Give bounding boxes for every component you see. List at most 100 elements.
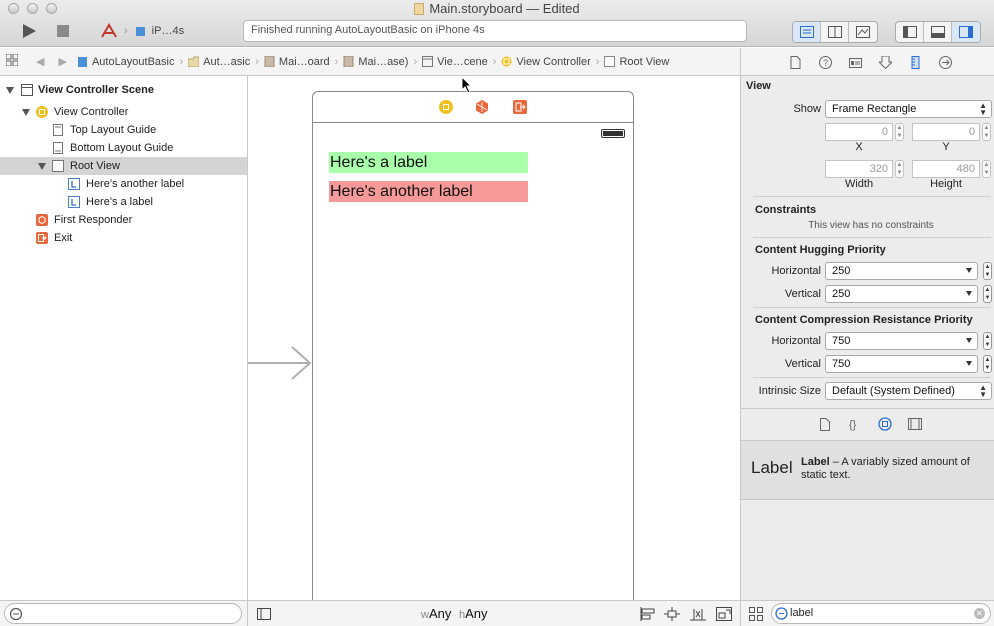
attributes-inspector-icon[interactable]	[879, 56, 892, 69]
toggle-debug-area-button[interactable]	[924, 22, 952, 42]
outline-item-exit[interactable]: Exit	[0, 229, 247, 247]
compression-horizontal-combo[interactable]: 750	[825, 332, 978, 350]
disclosure-triangle-icon[interactable]	[6, 87, 14, 94]
x-field[interactable]: 0	[825, 123, 893, 141]
hugging-horizontal-combo[interactable]: 250	[825, 262, 978, 280]
chevron-down-icon	[966, 338, 972, 343]
height-stepper[interactable]: ▲ ▼	[982, 160, 991, 178]
y-label: Y	[942, 141, 950, 153]
pin-icon[interactable]	[664, 607, 680, 621]
object-library-icon[interactable]	[878, 417, 892, 431]
assistant-editor-button[interactable]	[821, 22, 849, 42]
jump-item-root-view[interactable]: Root View	[604, 56, 669, 68]
width-label: Width	[844, 178, 874, 190]
height-field[interactable]: 480	[912, 160, 980, 178]
chevron-right-icon: ›	[179, 55, 184, 68]
identity-inspector-icon[interactable]	[849, 56, 862, 69]
forward-button[interactable]: ▶	[58, 55, 66, 68]
library-search-field[interactable]: label ✕	[771, 603, 991, 624]
file-template-library-icon[interactable]	[819, 418, 831, 431]
first-responder-icon	[36, 214, 48, 226]
scheme-selector[interactable]: › iP…4s	[100, 22, 184, 40]
section-title-view: View	[746, 80, 771, 92]
svg-text:?: ?	[823, 58, 828, 68]
compression-vertical-stepper[interactable]: ▲ ▼	[983, 355, 992, 373]
hugging-vertical-stepper[interactable]: ▲ ▼	[983, 285, 992, 303]
xcode-app-icon	[101, 23, 117, 38]
quick-help-icon[interactable]: ?	[819, 56, 832, 69]
clear-search-icon[interactable]: ✕	[974, 608, 985, 619]
intrinsic-size-popup[interactable]: Default (System Defined) ▲ ▼	[825, 382, 992, 400]
hugging-vertical-combo[interactable]: 250	[825, 285, 978, 303]
jump-item-storyboard[interactable]: Mai…oard	[264, 56, 330, 68]
related-items-button[interactable]	[5, 53, 19, 69]
back-button[interactable]: ◀	[36, 55, 44, 68]
label-icon	[68, 178, 80, 190]
y-stepper[interactable]: ▲ ▼	[982, 123, 991, 141]
view-toggle-control	[895, 21, 981, 43]
width-stepper[interactable]: ▲ ▼	[895, 160, 904, 178]
exit-icon[interactable]	[513, 100, 527, 114]
outline-item-label-a[interactable]: Here's a label	[0, 193, 247, 211]
filter-icon	[775, 607, 788, 620]
view-controller-icon	[36, 106, 48, 118]
outline-item-scene[interactable]: View Controller Scene	[0, 81, 247, 99]
code-snippet-library-icon[interactable]: {}	[848, 417, 862, 431]
compression-vertical-combo[interactable]: 750	[825, 355, 978, 373]
outline-item-bottom-layout-guide[interactable]: Bottom Layout Guide	[0, 139, 247, 157]
y-field[interactable]: 0	[912, 123, 980, 141]
size-inspector-icon[interactable]	[909, 56, 922, 69]
label-green[interactable]: Here's a label	[329, 152, 528, 173]
file-inspector-icon[interactable]	[789, 56, 802, 69]
jump-item-group[interactable]: Aut…asic	[188, 56, 250, 68]
outline-item-label-another[interactable]: Here's another label	[0, 175, 247, 193]
outline-filter-bar	[0, 600, 248, 626]
outline-item-top-layout-guide[interactable]: Top Layout Guide	[0, 121, 247, 139]
show-popup[interactable]: Frame Rectangle ▲ ▼	[825, 100, 992, 118]
section-title-constraints: Constraints	[755, 204, 817, 216]
outline-item-root-view[interactable]: Root View	[0, 157, 247, 175]
chevron-right-icon: ›	[492, 55, 497, 68]
stop-button[interactable]	[52, 22, 74, 40]
version-editor-button[interactable]	[849, 22, 877, 42]
standard-editor-button[interactable]	[793, 22, 821, 42]
jump-item-scene[interactable]: Vie…cene	[422, 56, 488, 68]
window-title: Main.storyboard — Edited	[0, 1, 994, 16]
outline-filter-field[interactable]	[4, 603, 242, 624]
width-field[interactable]: 320	[825, 160, 893, 178]
view-controller-icon[interactable]	[439, 100, 453, 114]
x-stepper[interactable]: ▲ ▼	[895, 123, 904, 141]
resolve-issues-icon[interactable]	[690, 607, 706, 621]
compression-horizontal-stepper[interactable]: ▲ ▼	[983, 332, 992, 350]
navigator-panel-icon	[902, 26, 917, 38]
media-library-icon[interactable]	[908, 418, 922, 430]
grid-view-icon[interactable]	[749, 607, 763, 621]
resizing-behavior-icon[interactable]	[716, 607, 732, 621]
view-controller-scene[interactable]: Here's a label Here's another label	[312, 91, 634, 600]
toggle-utilities-button[interactable]	[952, 22, 980, 42]
toggle-outline-icon[interactable]	[257, 608, 271, 620]
layout-guide-icon	[53, 142, 63, 154]
jump-item-project[interactable]: AutoLayoutBasic	[77, 56, 175, 68]
disclosure-triangle-icon[interactable]	[22, 109, 30, 116]
connections-inspector-icon[interactable]	[939, 56, 952, 69]
hugging-horizontal-stepper[interactable]: ▲ ▼	[983, 262, 992, 280]
initial-view-controller-arrow-icon[interactable]	[248, 344, 314, 384]
assistant-editor-icon	[827, 26, 842, 38]
run-button[interactable]	[18, 22, 40, 40]
size-class-control[interactable]: wAny hAny	[421, 606, 488, 621]
toggle-navigator-button[interactable]	[896, 22, 924, 42]
utilities-panel-icon	[959, 26, 973, 38]
storyboard-canvas[interactable]: Here's a label Here's another label	[248, 76, 740, 600]
jump-item-view-controller[interactable]: View Controller	[501, 56, 591, 68]
first-responder-icon[interactable]	[475, 100, 489, 114]
outline-item-first-responder[interactable]: First Responder	[0, 211, 247, 229]
disclosure-triangle-icon[interactable]	[38, 163, 46, 170]
outline-item-view-controller[interactable]: View Controller	[0, 103, 247, 121]
storyboard-file-icon	[343, 56, 354, 67]
align-icon[interactable]	[640, 607, 656, 621]
label-red[interactable]: Here's another label	[329, 181, 528, 202]
storyboard-file-icon	[414, 3, 425, 15]
jump-item-storyboard-base[interactable]: Mai…ase)	[343, 56, 408, 68]
library-item-label[interactable]: Label Label – A variably sized amount of…	[741, 440, 994, 500]
